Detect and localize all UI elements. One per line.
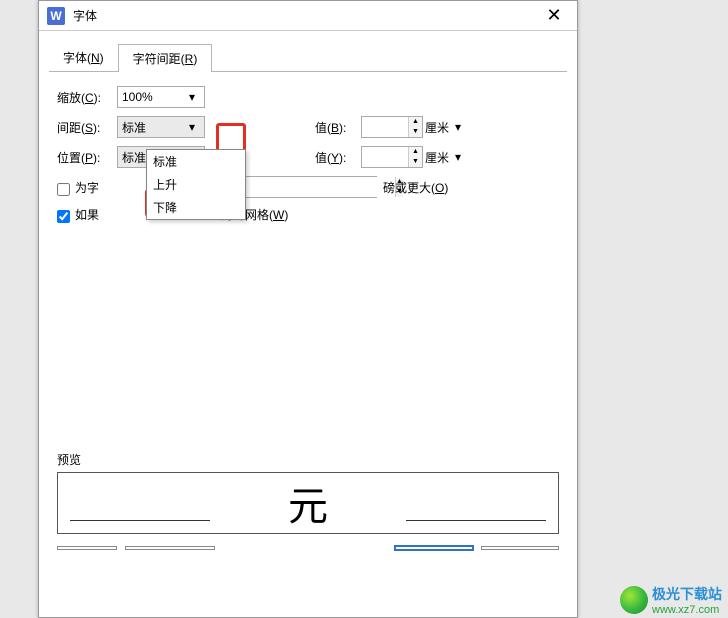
combo-spacing-value: 标准 xyxy=(122,119,146,136)
label-position: 位置(P): xyxy=(57,149,117,166)
label-kerning-suffix: 磅或更大(O) xyxy=(383,179,448,196)
preview-box: 元 xyxy=(57,472,559,534)
default-button[interactable]: 默认 xyxy=(57,546,117,550)
watermark-chinese: 极光下载站 xyxy=(652,584,722,604)
label-spacing: 间距(S): xyxy=(57,119,117,136)
row-kerning: 为字 ▲▼ 磅或更大(O) xyxy=(49,176,567,198)
unit-selector-2[interactable]: 厘米▾ xyxy=(425,149,466,166)
dropdown-item-raise[interactable]: 上升 xyxy=(147,173,245,196)
dialog-window: W 字体 ✕ 字体(N) 字符间距(R) 缩放(C): 100% ▾ 间 xyxy=(38,0,578,618)
spin-controls[interactable]: ▲▼ xyxy=(408,117,422,137)
tab-char-spacing[interactable]: 字符间距(R) xyxy=(118,44,213,72)
watermark-english: www.xz7.com xyxy=(652,604,722,616)
combo-spacing[interactable]: 标准 ▾ xyxy=(117,116,205,138)
dropdown-item-lower[interactable]: 下降 xyxy=(147,196,245,219)
preview-underline-left xyxy=(70,520,210,521)
dropdown-position-list: 标准 上升 下降 xyxy=(146,149,246,220)
label-kerning-prefix: 为字 xyxy=(75,179,99,196)
label-grid-prefix: 如果 xyxy=(75,206,99,223)
label-value-b: 值(B): xyxy=(315,119,361,136)
row-scale: 缩放(C): 100% ▾ xyxy=(49,86,567,108)
watermark: 极光下载站 www.xz7.com xyxy=(620,584,722,616)
tab-font[interactable]: 字体(N) xyxy=(49,44,118,72)
combo-scale-value: 100% xyxy=(122,90,153,104)
close-button[interactable]: ✕ xyxy=(539,5,569,27)
row-spacing: 间距(S): 标准 ▾ 值(B): ▲▼ 厘米▾ xyxy=(49,116,567,138)
input-value-b[interactable] xyxy=(362,117,408,137)
cancel-button[interactable]: 取消 xyxy=(481,546,559,550)
row-grid-align: 如果 则对齐网格(W) xyxy=(49,206,567,223)
spin-controls[interactable]: ▲▼ xyxy=(408,147,422,167)
dropdown-item-standard[interactable]: 标准 xyxy=(147,150,245,173)
checkbox-kerning[interactable] xyxy=(57,183,70,196)
label-value-y: 值(Y): xyxy=(315,149,361,166)
chevron-down-icon: ▾ xyxy=(184,120,200,134)
checkbox-grid-align[interactable] xyxy=(57,210,70,223)
chevron-down-icon: ▾ xyxy=(450,120,466,134)
row-position: 位置(P): 标准 ▾ 值(Y): ▲▼ 厘米▾ xyxy=(49,146,567,168)
combo-scale[interactable]: 100% ▾ xyxy=(117,86,205,108)
combo-position-value: 标准 xyxy=(122,149,146,166)
dialog-content: 字体(N) 字符间距(R) 缩放(C): 100% ▾ 间距(S): 标准 ▾ xyxy=(39,31,577,562)
spinner-value-b[interactable]: ▲▼ xyxy=(361,116,423,138)
input-value-y[interactable] xyxy=(362,147,408,167)
app-icon: W xyxy=(47,7,65,25)
watermark-text: 极光下载站 www.xz7.com xyxy=(652,584,722,616)
spinner-value-y[interactable]: ▲▼ xyxy=(361,146,423,168)
text-effect-button[interactable]: 文本效果 xyxy=(125,546,215,550)
preview-underline-right xyxy=(406,520,546,521)
chevron-down-icon: ▾ xyxy=(184,90,200,104)
ok-button[interactable]: 确定 xyxy=(395,546,473,550)
titlebar: W 字体 ✕ xyxy=(39,1,577,31)
chevron-down-icon: ▾ xyxy=(450,150,466,164)
tab-bar: 字体(N) 字符间距(R) xyxy=(49,43,567,72)
preview-label: 预览 xyxy=(49,451,567,468)
preview-sample-char: 元 xyxy=(288,474,328,532)
unit-selector-1[interactable]: 厘米▾ xyxy=(425,119,466,136)
label-scale: 缩放(C): xyxy=(57,89,117,106)
window-title: 字体 xyxy=(73,7,539,24)
watermark-logo-icon xyxy=(620,586,648,614)
button-row: 默认 文本效果 确定 取消 xyxy=(49,546,567,550)
